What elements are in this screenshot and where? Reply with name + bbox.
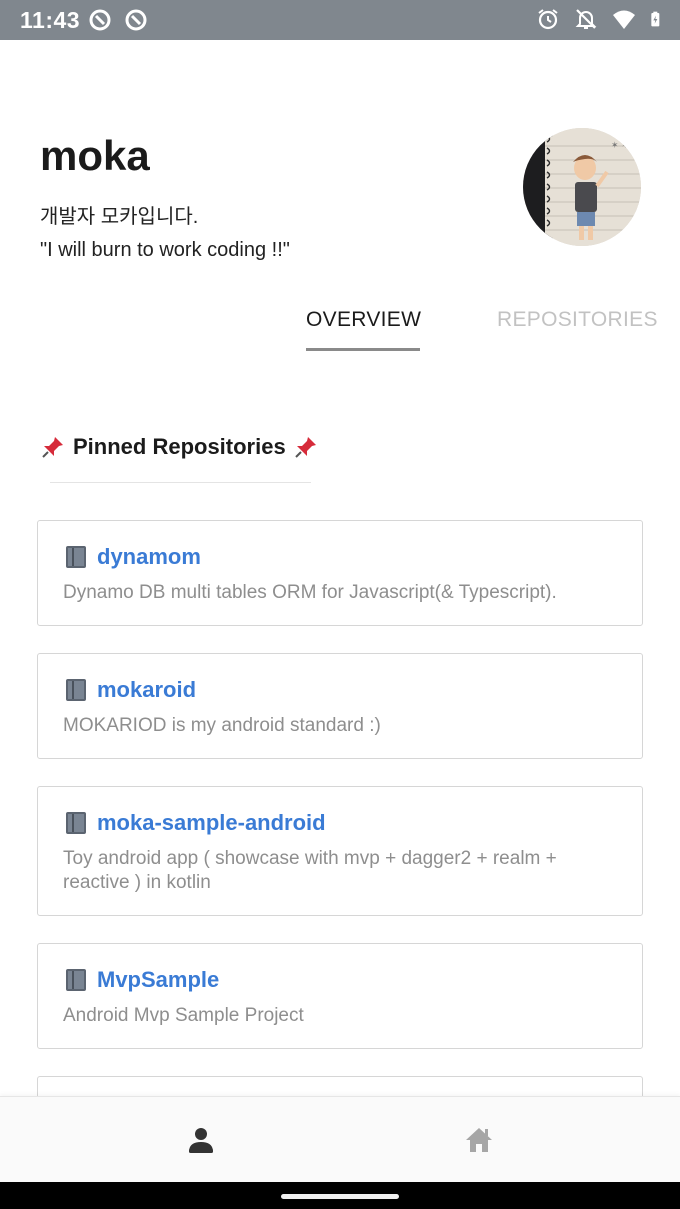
book-icon <box>66 812 86 834</box>
person-icon[interactable] <box>186 1125 216 1155</box>
repo-description: Android Mvp Sample Project <box>63 1005 304 1026</box>
notification-circle-icon <box>89 9 111 31</box>
status-bar: 11:43 <box>0 0 680 40</box>
repo-name-link[interactable]: MvpSample <box>97 967 219 993</box>
bottom-navigation <box>0 1096 680 1182</box>
repo-title-row: moka-sample-android <box>63 809 617 837</box>
notifications-off-icon <box>575 9 597 29</box>
status-system-icons <box>536 7 666 31</box>
repo-card-dynamom[interactable]: dynamom Dynamo DB multi tables ORM for J… <box>37 520 643 626</box>
repo-card-moka-sample-android[interactable]: moka-sample-android Toy android app ( sh… <box>37 786 643 916</box>
repo-description: Dynamo DB multi tables ORM for Javascrip… <box>63 582 557 603</box>
pushpin-icon <box>295 437 316 458</box>
repo-card-mokaroid[interactable]: mokaroid MOKARIOD is my android standard… <box>37 653 643 759</box>
wifi-icon <box>613 10 635 29</box>
repo-title-row: mokaroid <box>63 676 617 704</box>
book-icon <box>66 969 86 991</box>
pinned-repositories-heading: Pinned Repositories <box>40 434 319 460</box>
status-notification-icons <box>88 8 148 32</box>
repo-name-link[interactable]: moka-sample-android <box>97 810 326 836</box>
book-icon <box>66 679 86 701</box>
alarm-icon <box>538 9 558 30</box>
profile-bio-quote: "I will burn to work coding !!" <box>40 239 290 261</box>
repo-name-link[interactable]: dynamom <box>97 544 201 570</box>
avatar: ✶ ✶ <box>523 128 641 246</box>
svg-text:✶ ✶: ✶ ✶ <box>611 141 629 151</box>
repo-description: Toy android app ( showcase with mvp + da… <box>63 848 557 893</box>
repo-title-row: dynamom <box>63 543 617 571</box>
battery-charging-icon <box>651 11 660 27</box>
system-navigation-bar <box>0 1182 680 1209</box>
tab-repositories[interactable]: REPOSITORIES <box>497 308 658 332</box>
repo-description: MOKARIOD is my android standard :) <box>63 715 381 736</box>
avatar-image: ✶ ✶ <box>523 128 641 246</box>
profile-name: moka <box>40 132 150 179</box>
home-icon[interactable] <box>464 1125 494 1155</box>
tab-active-indicator <box>306 348 420 351</box>
pushpin-icon <box>42 437 63 458</box>
tab-overview[interactable]: OVERVIEW <box>306 308 421 332</box>
pinned-divider <box>50 482 311 483</box>
profile-bio-line: 개발자 모카입니다. <box>40 206 199 228</box>
status-time: 11:43 <box>20 7 81 33</box>
pinned-title: Pinned Repositories <box>73 434 286 459</box>
repo-name-link[interactable]: mokaroid <box>97 677 196 703</box>
home-gesture-pill[interactable] <box>281 1194 399 1199</box>
profile-bio: 개발자 모카입니다. "I will burn to work coding !… <box>40 201 290 267</box>
book-icon <box>66 546 86 568</box>
notification-circle-icon <box>125 9 147 31</box>
repo-title-row: MvpSample <box>63 966 617 994</box>
repo-card-mvpsample[interactable]: MvpSample Android Mvp Sample Project <box>37 943 643 1049</box>
